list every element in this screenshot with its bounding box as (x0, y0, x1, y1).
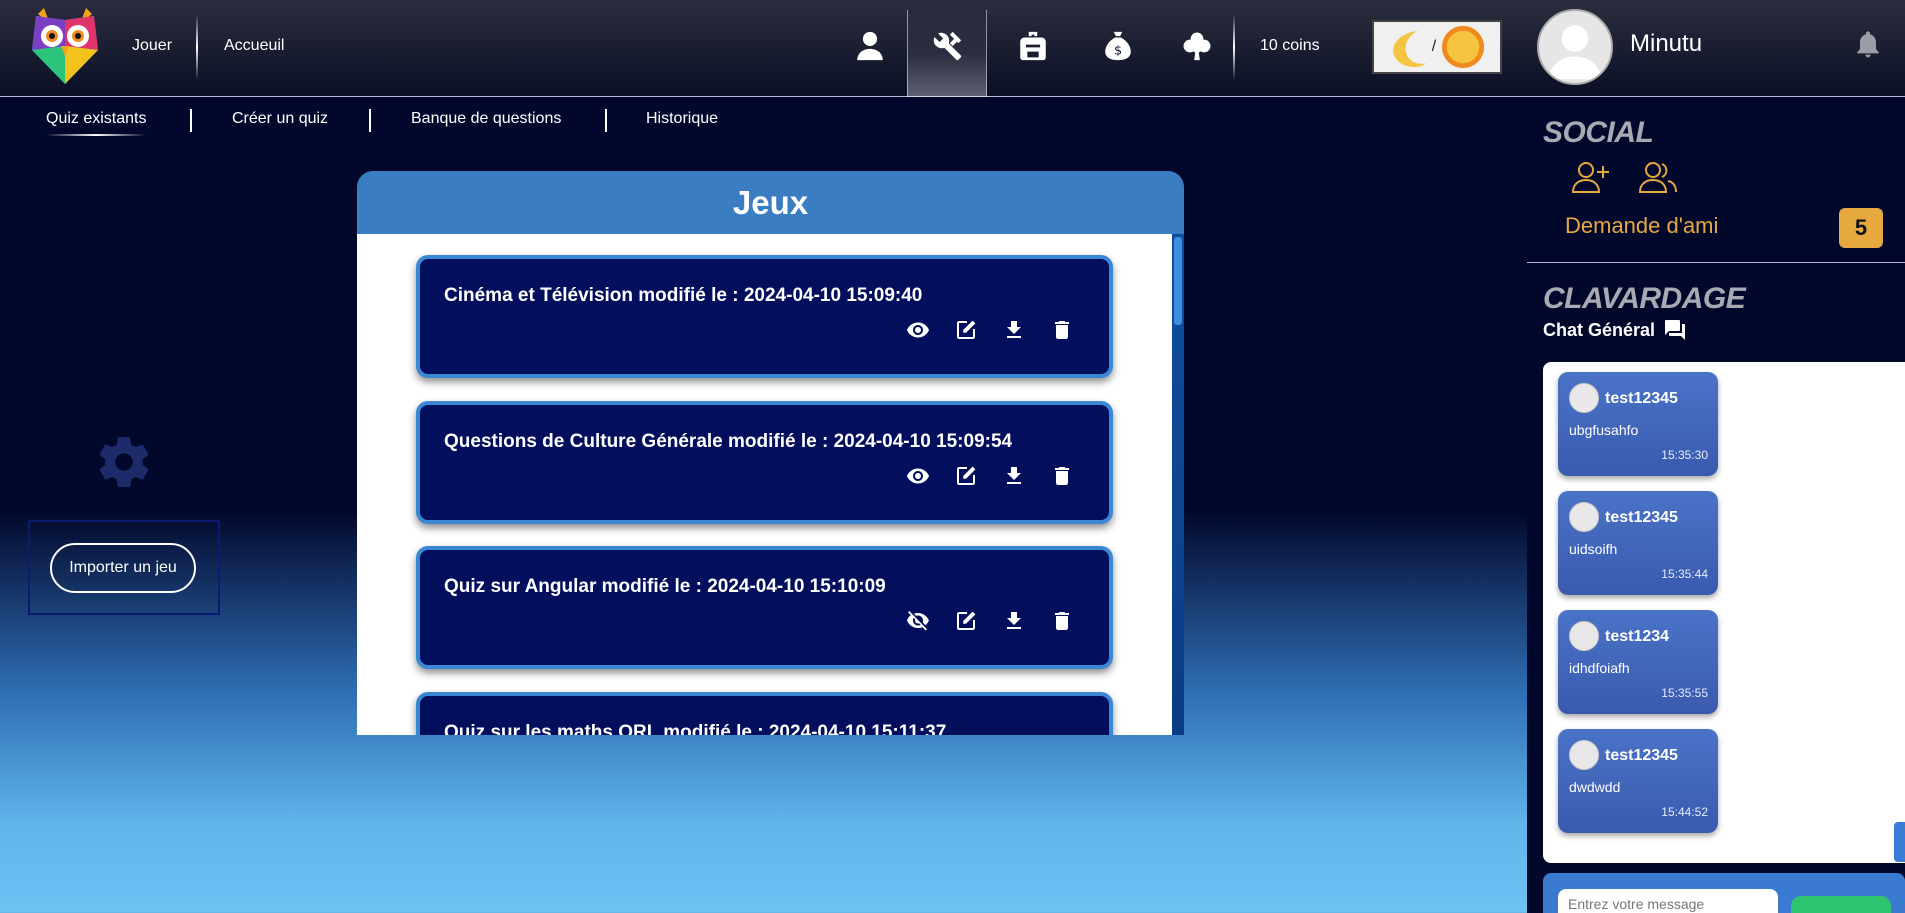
sun-icon (1442, 25, 1485, 69)
coins-count: 10 coins (1260, 37, 1320, 54)
bell-icon[interactable] (1852, 28, 1884, 60)
message-text: idhdfoiafh (1569, 660, 1630, 676)
chat-input-area (1543, 873, 1905, 913)
friend-request-badge: 5 (1839, 208, 1883, 248)
theme-toggle[interactable]: / (1372, 20, 1502, 74)
download-icon[interactable] (1000, 462, 1028, 490)
games-scrollbar-thumb[interactable] (1174, 237, 1182, 325)
message-user: test12345 (1605, 747, 1678, 764)
message-time: 15:44:52 (1661, 805, 1708, 819)
social-title: SOCIAL (1543, 116, 1654, 149)
chat-message: test12345 dwdwdd 15:44:52 (1558, 729, 1718, 833)
subnav-creer-quiz[interactable]: Créer un quiz (232, 110, 328, 128)
panel-divider (1527, 262, 1905, 263)
chat-message-input[interactable] (1558, 889, 1778, 913)
message-user: test12345 (1605, 390, 1678, 407)
money-bag-icon[interactable]: $ (1100, 28, 1136, 64)
nav-separator (196, 14, 198, 80)
message-avatar (1569, 740, 1599, 770)
edit-icon[interactable] (952, 462, 980, 490)
subnav-separator (605, 109, 607, 132)
message-avatar (1569, 383, 1599, 413)
top-bar: Jouer Accueuil $ 10 coins / (0, 0, 1527, 97)
nav-jouer[interactable]: Jouer (132, 37, 172, 55)
clover-icon[interactable] (1179, 28, 1215, 64)
game-title: Quiz sur les maths ORL modifié le : 2024… (444, 722, 947, 735)
message-text: dwdwdd (1569, 779, 1621, 795)
game-card: Questions de Culture Générale modifié le… (416, 401, 1113, 524)
svg-text:$: $ (1114, 44, 1122, 59)
subnav-separator (190, 109, 192, 132)
theme-separator: / (1431, 38, 1437, 55)
game-title: Quiz sur Angular modifié le : 2024-04-10… (444, 576, 886, 597)
trash-icon[interactable] (1048, 462, 1076, 490)
friends-list-icon[interactable] (1638, 160, 1678, 194)
eye-icon[interactable] (904, 316, 932, 344)
subnav-separator (369, 109, 371, 132)
trash-icon[interactable] (1048, 316, 1076, 344)
download-icon[interactable] (1000, 607, 1028, 635)
trash-icon[interactable] (1048, 607, 1076, 635)
message-time: 15:35:55 (1661, 686, 1708, 700)
download-icon[interactable] (1000, 316, 1028, 344)
message-avatar (1569, 621, 1599, 651)
send-button[interactable] (1791, 896, 1891, 913)
chat-channel[interactable]: Chat Général (1543, 318, 1687, 342)
subnav-historique[interactable]: Historique (646, 110, 718, 128)
chat-icon (1665, 320, 1686, 340)
chat-channel-label: Chat Général (1543, 319, 1656, 340)
friend-request-link[interactable]: Demande d'ami (1565, 213, 1718, 239)
message-time: 15:35:44 (1661, 567, 1708, 581)
coins-separator (1233, 14, 1235, 80)
game-card: Quiz sur Angular modifié le : 2024-04-10… (416, 546, 1113, 669)
games-list: Cinéma et Télévision modifié le : 2024-0… (357, 234, 1184, 735)
eye-icon[interactable] (904, 462, 932, 490)
chat-message: test12345 uidsoifh 15:35:44 (1558, 491, 1718, 595)
subnav-banque-questions[interactable]: Banque de questions (411, 110, 561, 128)
game-card: Quiz sur les maths ORL modifié le : 2024… (416, 692, 1113, 735)
subnav-quiz-existants[interactable]: Quiz existants (46, 110, 146, 128)
chat-message: test1234 idhdfoiafh 15:35:55 (1558, 610, 1718, 714)
tools-icon[interactable] (929, 28, 965, 64)
game-title: Questions de Culture Générale modifié le… (444, 431, 1013, 452)
message-user: test12345 (1605, 509, 1678, 526)
game-title: Cinéma et Télévision modifié le : 2024-0… (444, 285, 923, 306)
owl-logo[interactable] (28, 6, 102, 86)
moon-icon (1393, 31, 1426, 68)
add-friend-icon[interactable] (1571, 160, 1611, 194)
profile-icon[interactable] (852, 28, 888, 64)
eye-off-icon[interactable] (904, 607, 932, 635)
backpack-icon[interactable] (1015, 28, 1051, 64)
gear-icon[interactable] (94, 432, 154, 492)
chat-title: CLAVARDAGE (1543, 282, 1746, 315)
username: Minutu (1630, 30, 1703, 57)
edit-icon[interactable] (952, 607, 980, 635)
message-time: 15:35:30 (1661, 448, 1708, 462)
profile-header: Minutu (1527, 0, 1905, 97)
import-game-button[interactable]: Importer un jeu (50, 543, 196, 593)
subnav-active-indicator (46, 134, 146, 136)
message-user: test1234 (1605, 628, 1670, 645)
chat-messages[interactable]: test12345 ubgfusahfo 15:35:30 test12345 … (1543, 362, 1905, 863)
game-card: Cinéma et Télévision modifié le : 2024-0… (416, 255, 1113, 378)
edit-icon[interactable] (952, 316, 980, 344)
games-header: Jeux (357, 171, 1184, 234)
chat-scrollbar[interactable] (1894, 822, 1905, 862)
nav-accueuil[interactable]: Accueuil (224, 37, 284, 55)
message-text: ubgfusahfo (1569, 422, 1639, 438)
chat-message: test12345 ubgfusahfo 15:35:30 (1558, 372, 1718, 476)
message-text: uidsoifh (1569, 541, 1618, 557)
avatar[interactable] (1537, 9, 1613, 85)
message-avatar (1569, 502, 1599, 532)
social-panel: Minutu SOCIAL Demande d'ami 5 CLAVARDAGE… (1527, 0, 1905, 913)
